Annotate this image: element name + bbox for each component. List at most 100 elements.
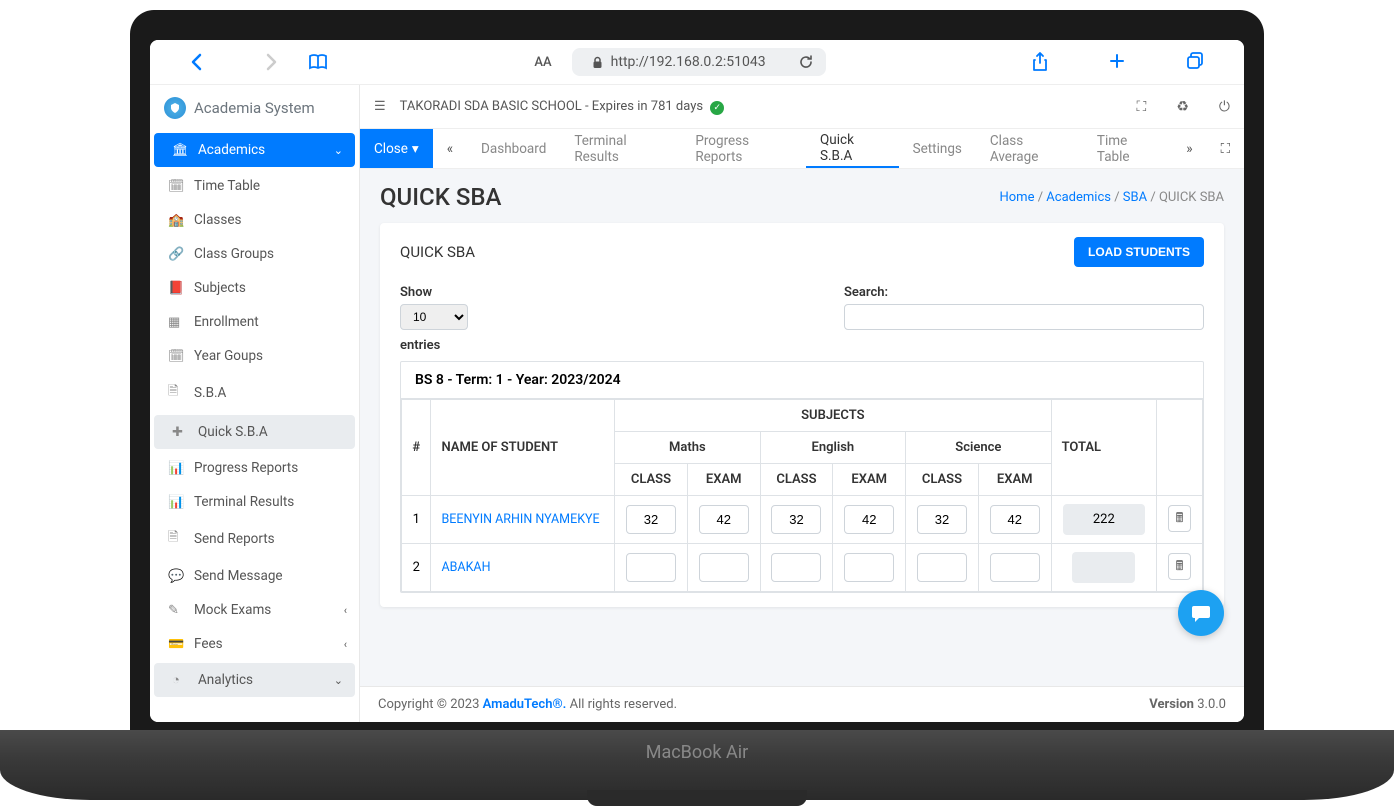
score-input[interactable] [699, 505, 749, 534]
topbar: ☰ TAKORADI SDA BASIC SCHOOL - Expires in… [360, 85, 1244, 129]
building-icon: 🏛 [172, 143, 188, 158]
col-subjects: SUBJECTS [615, 400, 1052, 432]
sidebar-item-fees[interactable]: 💳Fees‹ [150, 627, 359, 661]
url-text: http://192.168.0.2:51043 [611, 54, 766, 70]
score-input[interactable] [699, 553, 749, 582]
breadcrumb-home[interactable]: Home [999, 190, 1034, 205]
sidebar-item-analytics[interactable]: ◔Analytics⌄ [154, 663, 355, 697]
more-tabs-button[interactable]: » [1172, 141, 1206, 157]
sidebar-item-sba[interactable]: 🗎S.B.A [150, 373, 359, 413]
text-size-control[interactable]: AA [534, 55, 551, 70]
book-icon[interactable] [308, 53, 328, 71]
tab-time-table[interactable]: Time Table [1083, 129, 1172, 168]
tabs-icon[interactable] [1186, 52, 1204, 72]
chevron-left-icon: ‹ [344, 604, 347, 617]
col-total: TOTAL [1051, 400, 1156, 496]
chevron-left-icon: ‹ [344, 638, 347, 651]
score-input[interactable] [917, 553, 967, 582]
load-students-button[interactable]: LOAD STUDENTS [1074, 237, 1204, 267]
calculator-icon[interactable]: 🖩 [1168, 505, 1192, 532]
score-input[interactable] [917, 505, 967, 534]
sidebar-item-academics[interactable]: 🏛 Academics ⌄ [154, 133, 355, 167]
plus-icon: ✚ [172, 425, 188, 440]
subject-maths: Maths [615, 432, 761, 464]
breadcrumb-academics[interactable]: Academics [1046, 190, 1111, 205]
expand-icon[interactable]: ⛶ [1137, 99, 1147, 115]
show-label: Show [400, 285, 468, 300]
recycle-icon[interactable]: ♻ [1176, 99, 1189, 115]
tab-quick-sba[interactable]: Quick S.B.A [806, 129, 899, 168]
forward-icon[interactable] [264, 53, 278, 71]
calendar-icon: 🗓 [168, 179, 184, 194]
subject-science: Science [906, 432, 1052, 464]
sidebar-item-enrollment[interactable]: ▦Enrollment [150, 305, 359, 339]
table-icon: ▦ [168, 315, 184, 330]
col-actions [1157, 400, 1203, 496]
page-title: QUICK SBA [380, 183, 501, 211]
sidebar-item-year-groups[interactable]: 🗓Year Goups [150, 339, 359, 373]
breadcrumb-sba[interactable]: SBA [1123, 190, 1147, 205]
tab-class-average[interactable]: Class Average [976, 129, 1083, 168]
tab-dashboard[interactable]: Dashboard [467, 129, 560, 168]
screen: AA http://192.168.0.2:51043 [150, 40, 1244, 722]
content: QUICK SBA Home / Academics / SBA / QUICK… [360, 169, 1244, 686]
url-bar[interactable]: http://192.168.0.2:51043 [572, 48, 826, 76]
new-tab-icon[interactable] [1108, 52, 1126, 72]
laptop-base: MacBook Air [0, 730, 1394, 800]
student-name[interactable]: ABAKAH [431, 544, 615, 592]
reload-icon[interactable] [798, 54, 814, 70]
version-label: Version [1149, 697, 1197, 712]
sidebar-item-terminal-results[interactable]: 📊Terminal Results [150, 485, 359, 519]
sidebar-item-mock-exams[interactable]: ✎Mock Exams‹ [150, 593, 359, 627]
entries-select[interactable]: 10 [400, 304, 468, 330]
subcol-exam: EXAM [687, 464, 760, 496]
close-button[interactable]: Close ▾ [360, 129, 433, 168]
sidebar-item-quick-sba[interactable]: ✚Quick S.B.A [154, 415, 355, 449]
score-input[interactable] [844, 505, 894, 534]
total-value [1072, 552, 1135, 583]
sidebar-item-timetable[interactable]: 🗓Time Table [150, 169, 359, 203]
calculator-icon[interactable]: 🖩 [1168, 553, 1192, 580]
score-input[interactable] [626, 505, 676, 534]
fullscreen-tab-button[interactable]: ⛶ [1207, 141, 1244, 157]
student-name[interactable]: BEENYIN ARHIN NYAMEKYE [431, 496, 615, 544]
col-num: # [402, 400, 431, 496]
school-icon: 🏫 [168, 213, 184, 228]
link-icon: 🔗 [168, 247, 184, 262]
breadcrumb: Home / Academics / SBA / QUICK SBA [999, 190, 1224, 205]
subject-english: English [760, 432, 906, 464]
company-link[interactable]: AmaduTech®. [483, 697, 567, 712]
collapse-tabs-button[interactable]: « [433, 141, 467, 157]
sidebar-item-subjects[interactable]: 📕Subjects [150, 271, 359, 305]
score-input[interactable] [771, 553, 821, 582]
message-icon: 💬 [168, 569, 184, 584]
col-name: NAME OF STUDENT [431, 400, 615, 496]
power-icon[interactable]: ⏻ [1219, 99, 1230, 115]
main: ☰ TAKORADI SDA BASIC SCHOOL - Expires in… [360, 85, 1244, 722]
sidebar-item-send-message[interactable]: 💬Send Message [150, 559, 359, 593]
score-input[interactable] [990, 505, 1040, 534]
score-input[interactable] [990, 553, 1040, 582]
card-title: QUICK SBA [400, 243, 475, 261]
subcol-class: CLASS [760, 464, 833, 496]
score-input[interactable] [771, 505, 821, 534]
score-input[interactable] [626, 553, 676, 582]
tab-terminal-results[interactable]: Terminal Results [560, 129, 681, 168]
chat-button[interactable] [1178, 590, 1224, 636]
subcol-exam: EXAM [978, 464, 1051, 496]
search-input[interactable] [844, 304, 1204, 330]
sidebar-brand[interactable]: Academia System [150, 85, 359, 131]
pie-icon: ◔ [172, 672, 188, 688]
sidebar-item-class-groups[interactable]: 🔗Class Groups [150, 237, 359, 271]
tab-settings[interactable]: Settings [899, 129, 976, 168]
sidebar-item-send-reports[interactable]: 🗎Send Reports [150, 519, 359, 559]
sidebar-item-classes[interactable]: 🏫Classes [150, 203, 359, 237]
share-icon[interactable] [1032, 52, 1048, 72]
sidebar-item-progress-reports[interactable]: 📊Progress Reports [150, 451, 359, 485]
tab-progress-reports[interactable]: Progress Reports [681, 129, 806, 168]
back-icon[interactable] [190, 53, 204, 71]
table-row: 2 ABAKAH [402, 544, 1203, 592]
version-value: 3.0.0 [1197, 697, 1226, 712]
score-input[interactable] [844, 553, 894, 582]
hamburger-icon[interactable]: ☰ [374, 99, 386, 114]
